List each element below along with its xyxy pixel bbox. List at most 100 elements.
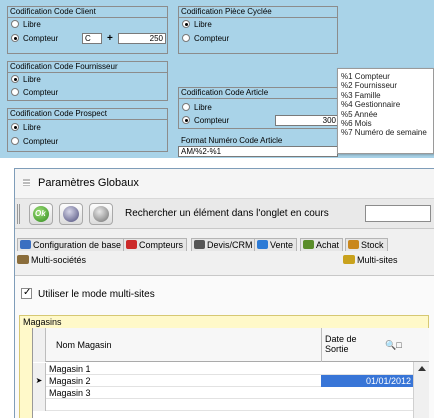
supplier-counter-radio[interactable]: Compteur xyxy=(11,88,58,98)
table-row[interactable]: Magasin 3 xyxy=(33,387,413,399)
token-item[interactable]: %5 Année xyxy=(341,110,433,119)
exit-button[interactable] xyxy=(59,203,83,225)
article-code-group: Codification Code Article Libre Compteur… xyxy=(178,87,339,129)
multi-sites-checkbox[interactable]: Utiliser le mode multi-sites xyxy=(21,287,155,301)
prospect-code-group: Codification Code Prospect Libre Compteu… xyxy=(7,108,168,152)
grid-vertical-scrollbar[interactable] xyxy=(413,362,429,418)
window-titlebar: Paramètres Globaux xyxy=(15,169,434,199)
radio-selected-icon xyxy=(11,75,19,83)
article-counter-radio[interactable]: Compteur xyxy=(182,116,229,126)
client-code-title: Codification Code Client xyxy=(8,7,167,18)
tab-stock[interactable]: Stock xyxy=(345,238,388,251)
article-code-title: Codification Code Article xyxy=(179,88,337,99)
prospect-code-title: Codification Code Prospect xyxy=(8,109,167,120)
store-name: Magasin 1 xyxy=(49,364,91,374)
stores-title: Magasins xyxy=(23,317,62,327)
table-row[interactable]: ➤ Magasin 2 01/01/2012 xyxy=(33,375,413,387)
purchase-icon xyxy=(303,240,314,249)
token-item[interactable]: %6 Mois xyxy=(341,119,433,128)
toolbar-grip[interactable] xyxy=(17,204,20,224)
search-tool-button[interactable] xyxy=(89,203,113,225)
search-input[interactable] xyxy=(365,205,431,222)
scroll-up-arrow-icon[interactable] xyxy=(418,366,426,371)
prospect-counter-radio[interactable]: Compteur xyxy=(11,137,58,147)
store-name: Magasin 2 xyxy=(49,376,91,386)
article-format-label: Format Numéro Code Article xyxy=(181,136,283,145)
sales-doc-icon xyxy=(257,240,268,249)
prospect-free-radio[interactable]: Libre xyxy=(11,123,41,133)
printer-icon xyxy=(20,240,31,249)
token-item[interactable]: %1 Compteur xyxy=(341,72,433,81)
piece-code-group: Codification Pièce Cyclée Libre Compteur xyxy=(178,6,338,54)
table-row[interactable]: Magasin 1 xyxy=(33,363,413,375)
token-item[interactable]: %7 Numéro de semaine xyxy=(341,128,433,137)
row-selector[interactable] xyxy=(33,387,46,399)
store-exit-date[interactable] xyxy=(321,387,413,399)
stores-grid: Nom Magasin Date de Sortie 🔍□ Magasin 1 ➤… xyxy=(32,328,429,418)
current-row-arrow-icon[interactable]: ➤ xyxy=(33,375,46,387)
piece-free-radio[interactable]: Libre xyxy=(182,20,212,30)
piece-counter-radio[interactable]: Compteur xyxy=(182,34,229,44)
stores-group: Magasins Nom Magasin Date de Sortie 🔍□ Ma… xyxy=(19,315,429,418)
toolbar: Ok Rechercher un élément dans l'onglet e… xyxy=(15,199,434,229)
token-item[interactable]: %4 Gestionnaire xyxy=(341,100,433,109)
radio-selected-icon xyxy=(182,116,190,124)
tab-configuration-de-base[interactable]: Configuration de base xyxy=(17,238,126,251)
article-free-radio[interactable]: Libre xyxy=(182,103,212,113)
article-counter-input[interactable]: 300 xyxy=(275,115,339,126)
client-counter-radio[interactable]: Compteur xyxy=(11,34,58,44)
plus-sign: + xyxy=(107,33,113,44)
client-counter-input[interactable]: 250 xyxy=(118,33,166,44)
codification-panel: Codification Code Client Libre Compteur … xyxy=(0,0,434,158)
client-free-radio[interactable]: Libre xyxy=(11,20,41,30)
radio-icon xyxy=(182,103,190,111)
row-selector[interactable] xyxy=(33,399,46,411)
radio-icon xyxy=(11,20,19,28)
tab-achat[interactable]: Achat xyxy=(300,238,344,251)
radio-selected-icon xyxy=(182,20,190,28)
global-settings-window: Paramètres Globaux Ok Rechercher un élém… xyxy=(14,168,434,418)
format-token-list[interactable]: %1 Compteur %2 Fournisseur %3 Famille %4… xyxy=(337,68,434,154)
client-prefix-input[interactable]: C xyxy=(82,33,102,44)
document-icon xyxy=(194,240,205,249)
stock-box-icon xyxy=(348,240,359,249)
ok-button[interactable]: Ok xyxy=(29,203,53,225)
article-format-input[interactable]: AM/%2-%1 xyxy=(178,146,338,157)
tab-compteurs[interactable]: Compteurs xyxy=(123,238,188,251)
supplier-code-title: Codification Code Fournisseur xyxy=(8,62,167,73)
store-exit-date[interactable]: 01/01/2012 xyxy=(321,375,413,387)
row-selector[interactable] xyxy=(33,363,46,375)
counter-123-icon xyxy=(126,240,137,249)
grid-header: Nom Magasin Date de Sortie 🔍□ xyxy=(33,328,429,362)
checkbox-checked-icon xyxy=(21,287,32,299)
radio-selected-icon xyxy=(11,34,19,42)
column-header-name[interactable]: Nom Magasin xyxy=(56,340,112,350)
supplier-free-radio[interactable]: Libre xyxy=(11,75,41,85)
multi-sites-content: Utiliser le mode multi-sites Magasins No… xyxy=(15,275,434,418)
radio-icon xyxy=(182,34,190,42)
search-label: Rechercher un élément dans l'onglet en c… xyxy=(125,208,329,219)
row-selector-header xyxy=(33,328,46,362)
token-item[interactable]: %3 Famille xyxy=(341,91,433,100)
tab-devis-crm[interactable]: Devis/CRM xyxy=(191,238,257,251)
window-title: Paramètres Globaux xyxy=(38,177,139,189)
companies-icon xyxy=(17,255,29,264)
column-header-date[interactable]: Date de Sortie xyxy=(325,334,365,354)
window-menu-icon[interactable] xyxy=(23,179,30,186)
sites-icon xyxy=(343,255,355,264)
tab-vente[interactable]: Vente xyxy=(254,238,298,251)
grid-search-icon[interactable]: 🔍□ xyxy=(385,340,402,351)
radio-selected-icon xyxy=(11,123,19,131)
store-name: Magasin 3 xyxy=(49,388,91,398)
subtab-multi-societes[interactable]: Multi-sociétés xyxy=(17,254,86,267)
table-row[interactable] xyxy=(33,399,413,411)
subtab-multi-sites[interactable]: Multi-sites xyxy=(343,254,398,267)
radio-icon xyxy=(11,137,19,145)
client-code-group: Codification Code Client Libre Compteur … xyxy=(7,6,168,54)
radio-icon xyxy=(11,88,19,96)
search-binoculars-icon xyxy=(93,206,109,222)
token-item[interactable]: %2 Fournisseur xyxy=(341,81,433,90)
supplier-code-group: Codification Code Fournisseur Libre Comp… xyxy=(7,61,168,101)
settings-tabs: Configuration de base Compteurs Devis/CR… xyxy=(15,229,434,275)
store-exit-date[interactable] xyxy=(321,363,413,375)
